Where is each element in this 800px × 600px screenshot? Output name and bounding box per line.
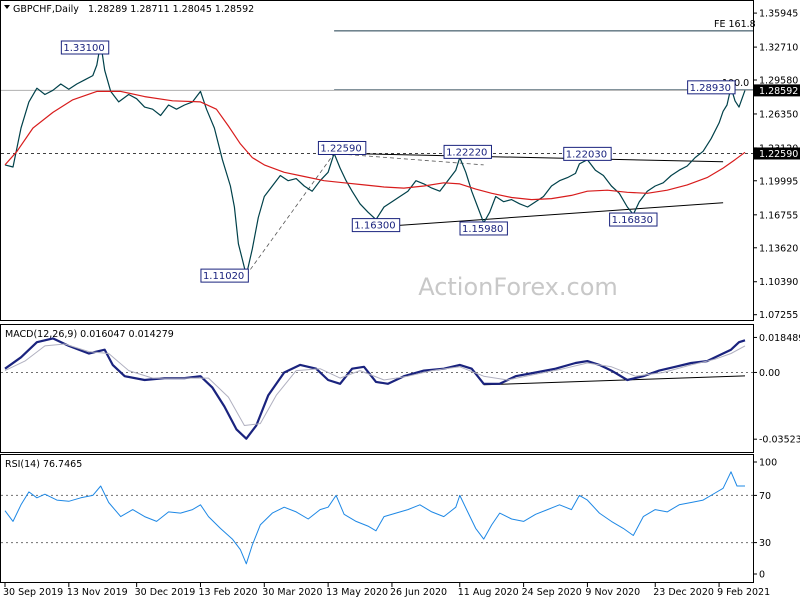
annotation-label-6: 1.16830 — [612, 215, 653, 226]
chart-ohlc: 1.28289 1.28711 1.28045 1.28592 — [88, 4, 254, 15]
time-tick-label-11: 9 Feb 2021 — [717, 587, 770, 598]
time-tick-label-2: 30 Dec 2019 — [135, 587, 196, 598]
price-tick-label-5: 1.19995 — [759, 176, 798, 187]
time-tick-label-1: 13 Nov 2019 — [67, 587, 128, 598]
price-tick-label-8: 1.10390 — [759, 277, 798, 288]
macd-tick-label-2: -0.035236 — [759, 435, 800, 446]
annotation-label-0: 1.33100 — [63, 43, 104, 54]
macd-tick-label-0: 0.018489 — [759, 333, 800, 344]
price-tick-label-9: 1.07255 — [759, 310, 798, 321]
rsi-title: RSI(14) 76.7465 — [5, 459, 82, 470]
time-tick-label-6: 26 Jun 2020 — [390, 587, 447, 598]
price-tick-label-6: 1.16755 — [759, 210, 798, 221]
annotation-label-8: 1.28930 — [690, 83, 731, 94]
price-axis: 1.359451.327101.295801.263501.231201.199… — [753, 9, 800, 321]
annotation-label-3: 1.22030 — [566, 149, 607, 160]
price-tick-label-3: 1.26350 — [759, 109, 798, 120]
time-tick-label-9: 9 Nov 2020 — [585, 587, 640, 598]
time-tick-label-10: 23 Dec 2020 — [653, 587, 714, 598]
annotation-label-2: 1.22220 — [446, 147, 487, 158]
macd-title: MACD(12,26,9) 0.016047 0.014279 — [5, 329, 174, 340]
annotation-label-4: 1.16300 — [354, 221, 395, 232]
time-tick-label-3: 13 Feb 2020 — [198, 587, 257, 598]
support-level-label: 1.22590 — [759, 149, 798, 160]
time-tick-label-5: 13 May 2020 — [326, 587, 388, 598]
rsi-axis: 100 70 30 0 — [753, 458, 777, 581]
price-tick-label-1: 1.32710 — [759, 43, 798, 54]
rsi-panel — [0, 454, 754, 583]
time-tick-label-0: 30 Sep 2019 — [3, 587, 63, 598]
rsi-tick-label-0: 100 — [759, 458, 777, 469]
macd-panel — [0, 324, 754, 453]
price-panel — [0, 0, 754, 321]
rsi-tick-label-3: 0 — [759, 570, 765, 581]
annotation-label-7: 1.11020 — [203, 271, 244, 282]
time-tick-label-7: 11 Aug 2020 — [458, 587, 519, 598]
price-tick-label-0: 1.35945 — [759, 9, 798, 20]
time-tick-label-4: 30 Mar 2020 — [262, 587, 322, 598]
rsi-tick-label-1: 70 — [759, 491, 771, 502]
current-price-label: 1.28592 — [759, 86, 798, 97]
rsi-tick-label-2: 30 — [759, 538, 771, 549]
time-axis: 30 Sep 2019 13 Nov 2019 30 Dec 2019 13 Feb … — [3, 583, 770, 598]
price-tick-label-7: 1.13620 — [759, 243, 798, 254]
fe-161-label: FE 161.8 — [714, 19, 756, 30]
macd-tick-label-1: 0.00 — [759, 368, 780, 379]
chart-symbol: GBPCHF,Daily — [13, 4, 79, 15]
macd-axis: 0.018489 0.00 -0.035236 — [753, 333, 800, 446]
gbpchf-daily-chart: ActionForex.com GBPCHF,Daily 1.28289 1.2… — [0, 0, 800, 598]
watermark: ActionForex.com — [418, 273, 618, 301]
time-tick-label-8: 24 Sep 2020 — [522, 587, 582, 598]
annotation-label-5: 1.15980 — [462, 224, 503, 235]
price-header: GBPCHF,Daily 1.28289 1.28711 1.28045 1.2… — [4, 4, 254, 15]
annotation-label-1: 1.22590 — [320, 143, 361, 154]
